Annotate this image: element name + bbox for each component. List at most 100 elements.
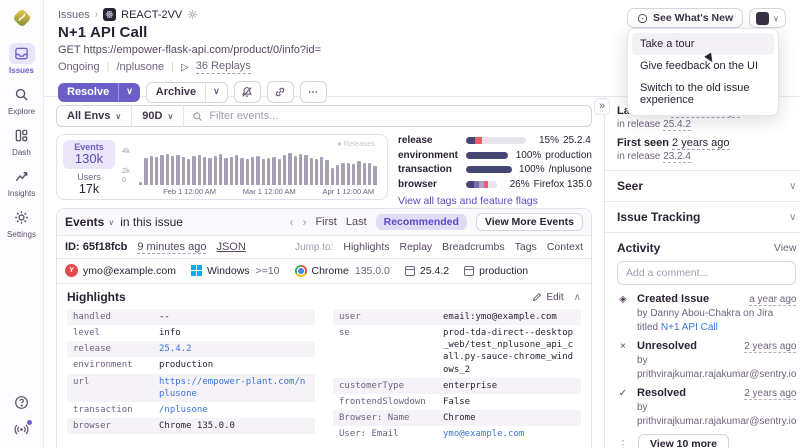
edit-highlights-button[interactable]: Edit [532,292,564,303]
project-settings-icon[interactable] [187,9,198,20]
view-more-events-button[interactable]: View More Events [475,213,583,231]
highlights-title: Highlights [67,290,126,304]
mute-button[interactable] [233,81,261,103]
collapse-section-icon[interactable]: ∧ [574,292,581,303]
events-dropdown[interactable]: Events [65,215,104,229]
activity-timestamp[interactable]: a year ago [749,294,797,306]
bar-chart-plot: ● Releases 4k 2k 0 Feb 1 12:00 AM Mar 1 1… [122,139,379,196]
tag-distribution-bar[interactable] [466,180,497,188]
menu-item[interactable]: Give feedback on the UI [632,55,774,77]
context-chip-user[interactable]: Yymo@example.com [65,264,176,277]
see-whats-new-label: See What's New [653,12,734,24]
seer-section-toggle[interactable]: Seer ∨ [617,179,796,193]
highlight-value[interactable]: ymo@example.com [443,428,575,440]
broadcast-icon[interactable] [14,420,32,440]
issue-tracking-section-toggle[interactable]: Issue Tracking ∨ [617,210,796,224]
view-all-tags-link[interactable]: View all tags and feature flags [398,195,538,207]
collapse-sidebar-button[interactable]: » [594,98,611,115]
x-axis-tick: Mar 1 12:00 AM [242,187,296,196]
more-actions-button[interactable] [299,81,327,103]
copy-link-button[interactable] [266,81,294,103]
date-range-filter[interactable]: 90D ∨ [132,106,185,126]
tag-name: transaction [398,164,452,175]
tag-distribution-bar[interactable] [466,137,526,144]
highlight-value[interactable]: /nplusone [159,404,309,416]
resolve-dropdown-chevron-icon[interactable]: ∨ [118,82,140,102]
events-stat-toggle[interactable]: Events 130k [63,140,115,169]
activity-issue-link[interactable]: N+1 API Call [661,322,718,333]
sentry-logo[interactable] [11,7,33,29]
previous-event-icon[interactable]: ‹ [289,215,293,229]
highlights-header: Highlights Edit ∧ [67,290,581,304]
help-icon[interactable] [14,395,29,410]
resolve-button[interactable]: Resolve [58,82,119,102]
users-stat-toggle[interactable]: Users 17k [63,172,115,196]
chart-bar [250,157,255,185]
first-seen-value[interactable]: 2 years ago [672,137,730,150]
highlight-key: browser [73,420,111,431]
see-whats-new-button[interactable]: See What's New [627,8,744,28]
user-menu-button[interactable]: ∨ [749,8,786,28]
jump-link-highlights[interactable]: Highlights [343,241,389,253]
jump-link-replay[interactable]: Replay [399,241,432,253]
tag-name: release [398,135,433,146]
menu-item[interactable]: Take a tour [632,33,774,65]
content: All Envs ∨ 90D ∨ Filter events... Events… [44,97,800,448]
replays-link[interactable]: 36 Replays [195,60,251,74]
archive-button[interactable]: Archive [146,82,206,102]
date-range-label: 90D [142,110,163,122]
context-chip-chrome[interactable]: Chrome 135.0.0 [294,264,390,277]
releases-toggle[interactable]: ● Releases [337,139,375,148]
last-event-link[interactable]: Last [346,216,367,228]
highlight-key: handled [73,312,111,322]
releases-dot-icon: ● [337,139,342,148]
chart-bar [373,166,377,185]
activity-timestamp[interactable]: 2 years ago [744,388,797,400]
last-seen-release[interactable]: 25.4.2 [663,119,691,131]
sidebar-item-issues[interactable]: Issues [8,43,35,75]
environment-filter[interactable]: All Envs ∨ [57,106,133,126]
recommended-pill[interactable]: Recommended [375,214,467,230]
sidebar-item-explore[interactable]: Explore [8,84,35,116]
next-event-icon[interactable]: › [302,215,306,229]
highlight-value[interactable]: https://empower-plant.com/nplusone [159,376,309,400]
view-more-activity-button[interactable]: View 10 more [638,434,729,448]
tag-distribution-bar[interactable] [466,151,509,159]
activity-timestamp[interactable]: 2 years ago [744,341,797,353]
event-timestamp[interactable]: 9 minutes ago [137,241,207,254]
search-input[interactable] [209,110,583,122]
chart-bar [293,156,297,185]
insights-chart-icon [8,166,34,187]
context-chip-environment[interactable]: production [464,265,528,277]
activity-view-link[interactable]: View [774,242,797,254]
tag-distribution-bar[interactable] [466,166,512,173]
jump-link-tags[interactable]: Tags [515,241,537,253]
chart-bar [309,158,313,185]
context-chip-windows[interactable]: Windows >=10 [190,265,280,277]
divider [605,201,800,202]
x-axis-tick: Apr 1 12:00 AM [322,187,375,196]
activity-item: ✓ Resolved 2 years ago by prithvirajkumar.r… [617,387,797,429]
event-id[interactable]: ID: 65f18fcb [65,241,127,253]
context-chip-release[interactable]: 25.4.2 [404,265,449,277]
event-json-link[interactable]: JSON [216,241,245,253]
chart-bar [336,165,340,185]
breadcrumb-issues-link[interactable]: Issues [58,9,90,21]
sidebar-item-dash[interactable]: Dash [9,125,35,157]
archive-dropdown-chevron-icon[interactable]: ∨ [205,82,227,102]
jump-link-context[interactable]: Context [547,241,583,253]
chart-bar [330,167,335,185]
environment-icon [464,265,475,276]
tag-rows: release 15% 25.2.4 environment 100% productio… [398,135,592,190]
first-event-link[interactable]: First [315,216,336,228]
comment-input[interactable] [617,261,797,285]
sidebar-item-insights[interactable]: Insights [8,166,35,198]
highlight-value[interactable]: 25.4.2 [159,343,309,355]
menu-item[interactable]: Switch to the old issue experience [632,77,774,111]
project-name[interactable]: REACT-2VV [121,9,182,21]
jump-link-breadcrumbs[interactable]: Breadcrumbs [442,241,504,253]
sidebar-item-settings[interactable]: Settings [7,207,36,239]
tag-percent: 15% [538,135,559,146]
first-seen-release[interactable]: 23.2.4 [663,151,691,163]
tag-bar-segment [466,166,512,173]
